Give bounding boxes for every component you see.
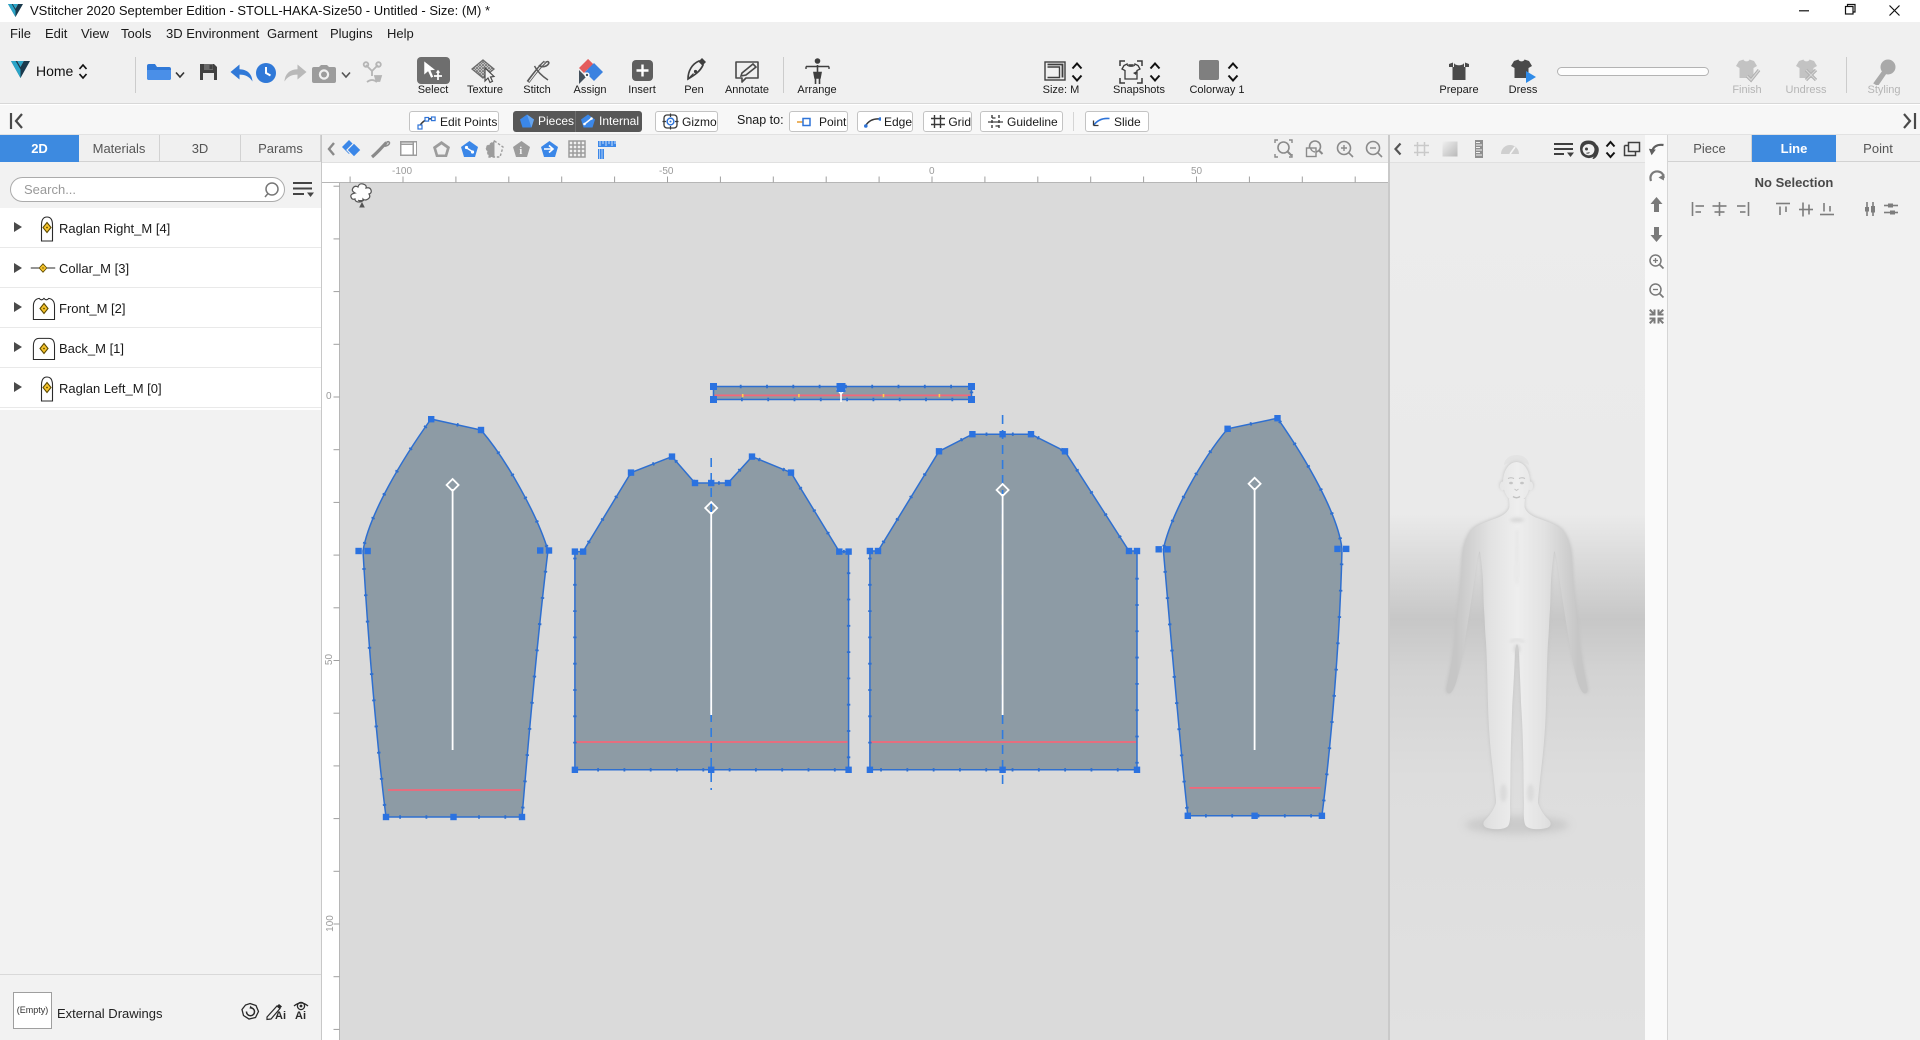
svg-text:Ai: Ai [275,1010,286,1021]
svg-text:i: i [519,145,522,157]
svg-text:Ai: Ai [295,1010,306,1021]
